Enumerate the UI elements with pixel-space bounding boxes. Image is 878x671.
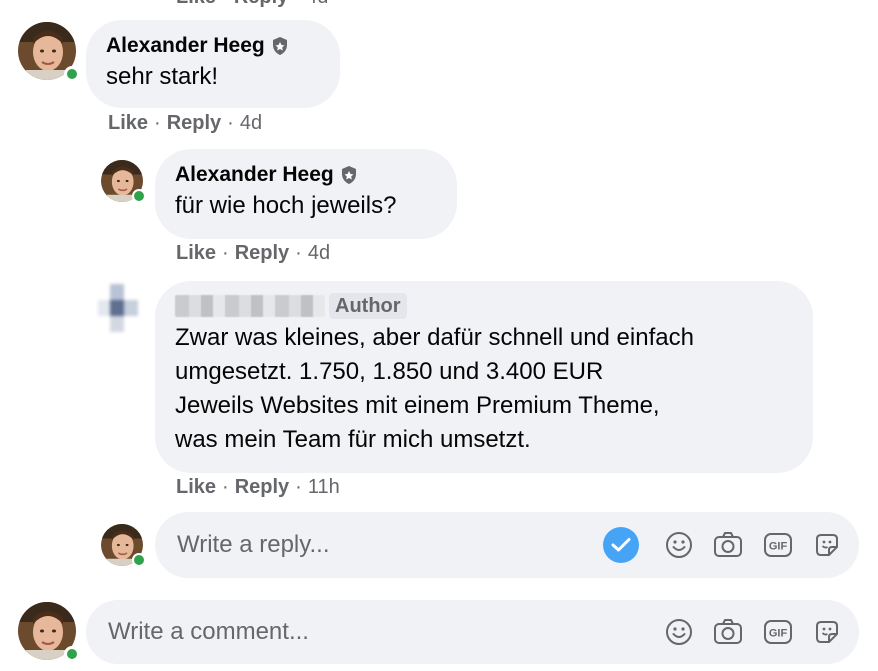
reply-text: Zwar was kleines, aber dafür schnell und…	[175, 324, 694, 453]
shield-icon	[272, 37, 287, 55]
blurred-avatar[interactable]	[98, 284, 148, 334]
reply-author[interactable]: Alexander Heeg	[175, 161, 334, 189]
reply-bubble: Alexander Heeg für wie hoch jeweils?	[155, 149, 457, 239]
gif-icon[interactable]: GIF	[763, 531, 793, 559]
reply-actions: Like · Reply · 11h	[176, 476, 340, 499]
comment-input[interactable]: Write a comment... GIF	[86, 600, 859, 664]
reply-input[interactable]: Write a reply... GIF	[155, 512, 859, 578]
reply-text: für wie hoch jeweils?	[175, 192, 397, 219]
online-indicator	[132, 189, 146, 203]
author-badge: Author	[329, 293, 407, 319]
reply-link[interactable]: Reply	[234, 0, 288, 8]
timestamp[interactable]: 11h	[308, 476, 340, 499]
reply-link[interactable]: Reply	[235, 242, 289, 265]
like-link[interactable]: Like	[108, 112, 148, 135]
sticker-icon[interactable]	[813, 618, 841, 646]
check-icon[interactable]	[603, 527, 639, 563]
comment-actions: Like · Reply · 4d	[108, 112, 263, 135]
avatar	[18, 602, 80, 662]
svg-text:GIF: GIF	[769, 628, 788, 640]
like-link[interactable]: Like	[176, 476, 216, 499]
timestamp[interactable]: 4d	[240, 112, 262, 135]
shield-icon	[341, 166, 356, 184]
online-indicator	[64, 646, 80, 662]
reply-link[interactable]: Reply	[235, 476, 289, 499]
like-link[interactable]: Like	[176, 242, 216, 265]
online-indicator	[64, 66, 80, 82]
avatar[interactable]	[18, 22, 80, 82]
reply-bubble: Author Zwar was kleines, aber dafür schn…	[155, 281, 813, 473]
comment-author[interactable]: Alexander Heeg	[106, 32, 265, 60]
reply-placeholder[interactable]: Write a reply...	[177, 531, 603, 559]
timestamp[interactable]: 4d	[308, 242, 330, 265]
emoji-icon[interactable]	[665, 618, 693, 646]
comment-text: sehr stark!	[106, 63, 219, 90]
camera-icon[interactable]	[713, 618, 743, 646]
avatar[interactable]	[101, 160, 146, 203]
reply-link[interactable]: Reply	[167, 112, 221, 135]
comment-bubble: Alexander Heeg sehr stark!	[86, 20, 340, 108]
comment-placeholder[interactable]: Write a comment...	[108, 618, 665, 646]
camera-icon[interactable]	[713, 531, 743, 559]
like-link[interactable]: Like	[176, 0, 216, 8]
reply-actions: Like · Reply · 4d	[176, 242, 331, 265]
previous-comment-actions: Like · Reply · 4d	[176, 0, 328, 9]
svg-text:GIF: GIF	[769, 541, 788, 553]
gif-icon[interactable]: GIF	[763, 618, 793, 646]
sticker-icon[interactable]	[813, 531, 841, 559]
avatar	[101, 524, 146, 567]
emoji-icon[interactable]	[665, 531, 693, 559]
blurred-author-name[interactable]	[175, 295, 325, 317]
online-indicator	[132, 553, 146, 567]
